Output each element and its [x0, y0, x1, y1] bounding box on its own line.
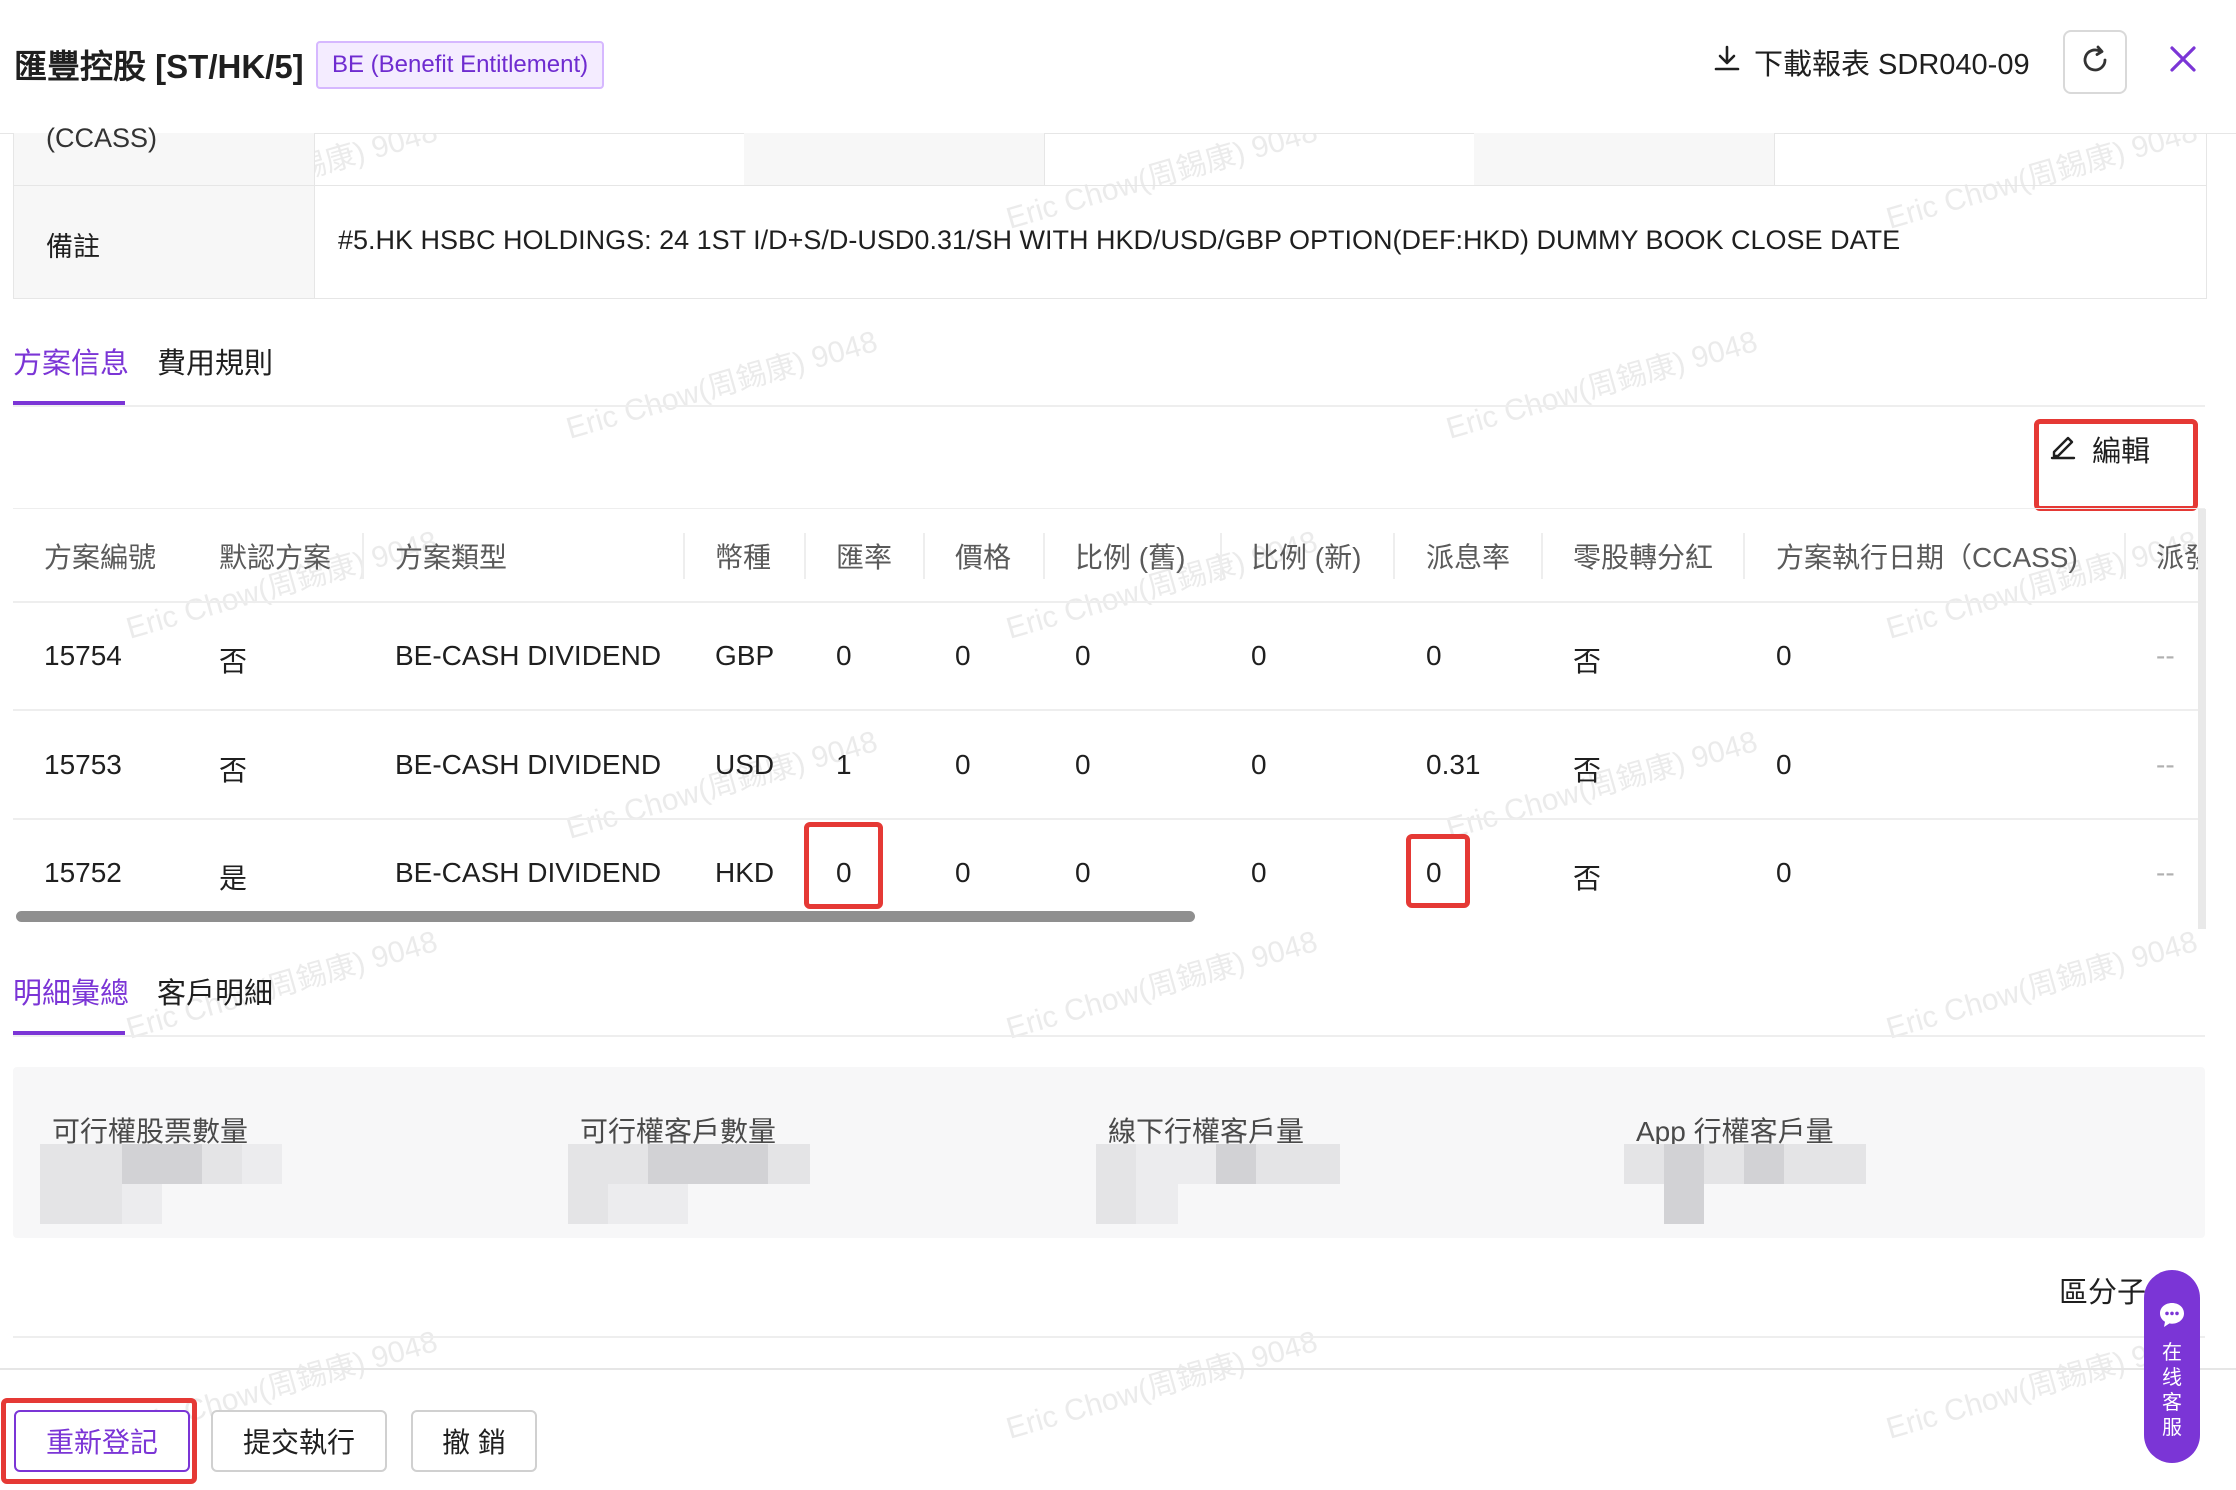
cell-currency: GBP: [715, 640, 775, 671]
remark-label: 備註: [46, 232, 100, 262]
refresh-button[interactable]: [2063, 30, 2127, 94]
col-header-scheme-type: 方案類型: [395, 542, 508, 573]
chat-label-char: 服: [2162, 1417, 2182, 1439]
cell-odd-lot: 否: [1573, 863, 1602, 894]
cell-exec-date: 0: [1776, 749, 1792, 780]
cell-ratio-new: 0: [1251, 640, 1267, 671]
active-tab-indicator: [13, 401, 125, 405]
cell-ratio-old: 0: [1075, 857, 1091, 888]
cell-odd-lot: 否: [1573, 646, 1602, 677]
tab-detail-summary[interactable]: 明細彙總: [13, 970, 129, 1012]
cell-distribution: --: [2156, 857, 2175, 888]
tab-fee-rules[interactable]: 費用規則: [157, 340, 273, 382]
col-header-fx-rate: 匯率: [836, 542, 893, 573]
cell-fx-rate: 1: [836, 749, 852, 780]
chat-bubble-icon: [2157, 1300, 2187, 1335]
cell-scheme-no: 15753: [44, 749, 122, 780]
download-icon: [1712, 43, 1742, 81]
detail-tabs: 明細彙總 客戶明細: [13, 970, 2205, 1037]
modal-header: 匯豐控股 [ST/HK/5] BE (Benefit Entitlement) …: [0, 0, 2236, 134]
cell-exec-date: 0: [1776, 857, 1792, 888]
cell-scheme-no: 15754: [44, 640, 122, 671]
highlight-box-edit: [2034, 419, 2198, 511]
cell-price: 0: [955, 857, 971, 888]
table-vertical-scrollbar[interactable]: [2198, 509, 2206, 929]
cell-currency: USD: [715, 749, 775, 780]
chat-label-char: 客: [2162, 1392, 2182, 1414]
cell-ratio-new: 0: [1251, 857, 1267, 888]
col-header-distribution: 派發: [2156, 542, 2198, 573]
cell-odd-lot: 否: [1573, 755, 1602, 786]
cell-fx-rate: 0: [836, 640, 852, 671]
close-button[interactable]: [2160, 38, 2206, 84]
tab-scheme-info[interactable]: 方案信息: [13, 340, 129, 382]
chat-label-char: 在: [2162, 1342, 2182, 1364]
cell-default: 是: [219, 863, 248, 894]
cell-default: 否: [219, 755, 248, 786]
cell-default: 否: [219, 646, 248, 677]
cell-ratio-new: 0: [1251, 749, 1267, 780]
scheme-tabs: 方案信息 費用規則: [13, 340, 2205, 407]
cell-scheme-no: 15752: [44, 857, 122, 888]
col-header-scheme-no: 方案編號: [44, 542, 157, 573]
chat-label-char: 线: [2162, 1367, 2182, 1389]
col-header-ratio-old: 比例 (舊): [1075, 542, 1186, 573]
cell-dividend-rate: 0.31: [1426, 749, 1481, 780]
cell-distribution: --: [2156, 749, 2175, 780]
tab-client-detail[interactable]: 客戶明細: [157, 970, 273, 1012]
cell-ratio-old: 0: [1075, 749, 1091, 780]
cell-distribution: --: [2156, 640, 2175, 671]
ccass-label: (CCASS): [46, 123, 158, 153]
region-label: 區分子: [2059, 1277, 2147, 1309]
cell-dividend-rate: 0: [1426, 640, 1442, 671]
col-header-exec-date: 方案執行日期（CCASS): [1776, 542, 2078, 573]
highlight-box-reregister: [1, 1398, 197, 1484]
cancel-button[interactable]: 撤 銷: [411, 1410, 537, 1472]
remark-value: #5.HK HSBC HOLDINGS: 24 1ST I/D+S/D-USD0…: [338, 225, 1901, 255]
cell-price: 0: [955, 749, 971, 780]
cell-ratio-old: 0: [1075, 640, 1091, 671]
cell-exec-date: 0: [1776, 640, 1792, 671]
type-badge: BE (Benefit Entitlement): [316, 41, 605, 89]
submit-execute-button[interactable]: 提交執行: [211, 1410, 387, 1472]
col-header-dividend-rate: 派息率: [1426, 542, 1511, 573]
table-horizontal-scrollbar[interactable]: [16, 911, 1195, 922]
active-tab-indicator: [13, 1031, 125, 1035]
cell-scheme-type: BE-CASH DIVIDEND: [395, 749, 662, 780]
col-header-odd-lot: 零股轉分紅: [1573, 542, 1714, 573]
cell-currency: HKD: [715, 857, 775, 888]
online-support-button[interactable]: 在 线 客 服: [2144, 1270, 2200, 1463]
page-title: 匯豐控股 [ST/HK/5]: [14, 48, 304, 85]
cell-price: 0: [955, 640, 971, 671]
cell-scheme-type: BE-CASH DIVIDEND: [395, 640, 662, 671]
highlight-box-dividend-rate: [1406, 834, 1470, 908]
col-header-currency: 幣種: [715, 542, 772, 573]
download-report-button[interactable]: 下載報表 SDR040-09: [1712, 42, 2030, 82]
cell-scheme-type: BE-CASH DIVIDEND: [395, 857, 662, 888]
col-header-default: 默認方案: [219, 542, 332, 573]
col-header-price: 價格: [955, 542, 1012, 573]
highlight-box-fx-rate: [804, 822, 883, 909]
refresh-icon: [2078, 43, 2112, 82]
download-report-label: 下載報表 SDR040-09: [1754, 49, 2030, 81]
col-header-ratio-new: 比例 (新): [1251, 542, 1362, 573]
info-table: (CCASS) 備註 #5.HK HSBC HOLDINGS: 24 1ST I…: [13, 123, 2207, 299]
close-icon: [2168, 44, 2198, 79]
